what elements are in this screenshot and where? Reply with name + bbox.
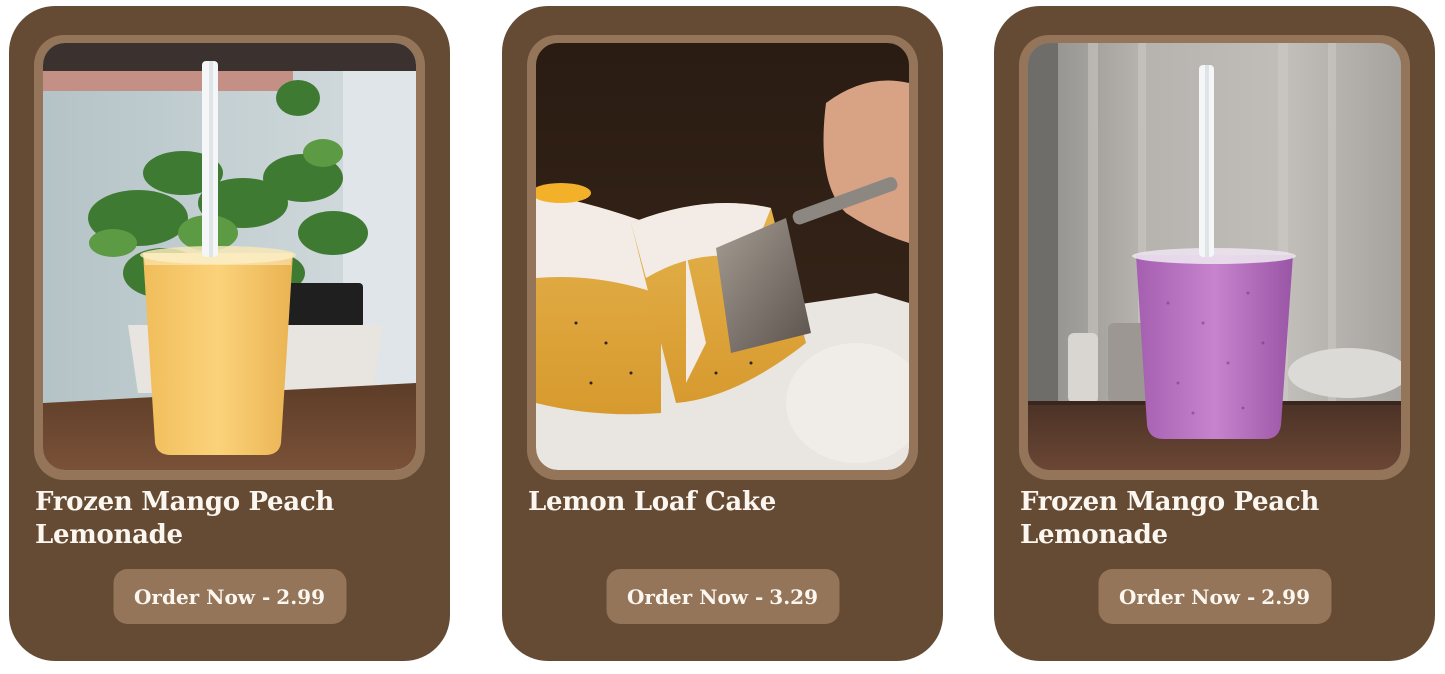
product-photo-lemon-loaf: [536, 43, 909, 470]
product-title: Frozen Mango Peach Lemonade: [1020, 487, 1319, 550]
order-button-label: Order Now -: [627, 584, 764, 609]
product-grid: Frozen Mango Peach Lemonade Order Now - …: [0, 0, 1445, 674]
product-card: Frozen Mango Peach Lemonade Order Now - …: [9, 6, 450, 661]
product-title: Lemon Loaf Cake: [528, 487, 776, 517]
order-now-button[interactable]: Order Now - 2.99: [1098, 569, 1331, 624]
product-price: 2.99: [276, 584, 325, 609]
product-photo-berry-smoothie: [1028, 43, 1401, 470]
order-button-label: Order Now -: [134, 584, 271, 609]
product-card: Lemon Loaf Cake Order Now - 3.29: [502, 6, 943, 661]
product-image-frame: [1019, 35, 1410, 480]
order-now-button[interactable]: Order Now - 3.29: [606, 569, 839, 624]
product-card: Frozen Mango Peach Lemonade Order Now - …: [994, 6, 1435, 661]
product-price: 3.29: [769, 584, 818, 609]
product-title: Frozen Mango Peach Lemonade: [35, 487, 334, 550]
product-price: 2.99: [1261, 584, 1310, 609]
order-now-button[interactable]: Order Now - 2.99: [113, 569, 346, 624]
product-image-frame: [34, 35, 425, 480]
order-button-label: Order Now -: [1119, 584, 1256, 609]
product-image-frame: [527, 35, 918, 480]
product-photo-mango-lemonade: [43, 43, 416, 470]
